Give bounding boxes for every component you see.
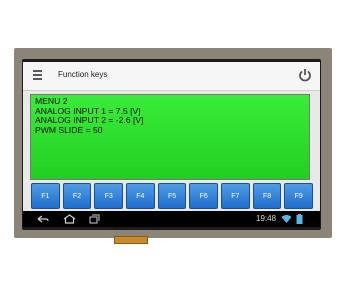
android-screen: Function keys MENU 2 ANALOG INPUT 1 = 7.… <box>23 62 320 227</box>
f7-button[interactable]: F7 <box>221 183 250 209</box>
f3-button[interactable]: F3 <box>94 183 124 209</box>
hamburger-menu-icon[interactable] <box>33 70 42 80</box>
function-key-row: F1 F2 F3 F4 F5 F6 F7 F8 F9 <box>31 183 314 209</box>
status-clock: 19:48 <box>256 214 277 223</box>
flex-cable-connector <box>114 236 148 244</box>
back-icon[interactable] <box>37 214 49 224</box>
battery-icon <box>296 214 303 224</box>
f4-button[interactable]: F4 <box>126 183 155 209</box>
recents-icon[interactable] <box>89 214 100 224</box>
f9-button[interactable]: F9 <box>284 183 314 209</box>
wifi-icon <box>281 215 292 223</box>
f5-button[interactable]: F5 <box>157 183 187 209</box>
action-bar: Function keys <box>23 62 320 91</box>
power-icon[interactable] <box>298 68 312 82</box>
f2-button[interactable]: F2 <box>62 183 92 209</box>
f8-button[interactable]: F8 <box>252 183 282 209</box>
terminal-line: PWM SLIDE = 50 <box>35 124 103 135</box>
f1-button[interactable]: F1 <box>31 183 60 209</box>
app-title: Function keys <box>58 70 108 79</box>
home-icon[interactable] <box>63 214 76 224</box>
system-navigation-bar: 19:48 <box>23 211 320 227</box>
f6-button[interactable]: F6 <box>189 183 219 209</box>
terminal-display: MENU 2 ANALOG INPUT 1 = 7.5 [V] ANALOG I… <box>30 94 310 180</box>
